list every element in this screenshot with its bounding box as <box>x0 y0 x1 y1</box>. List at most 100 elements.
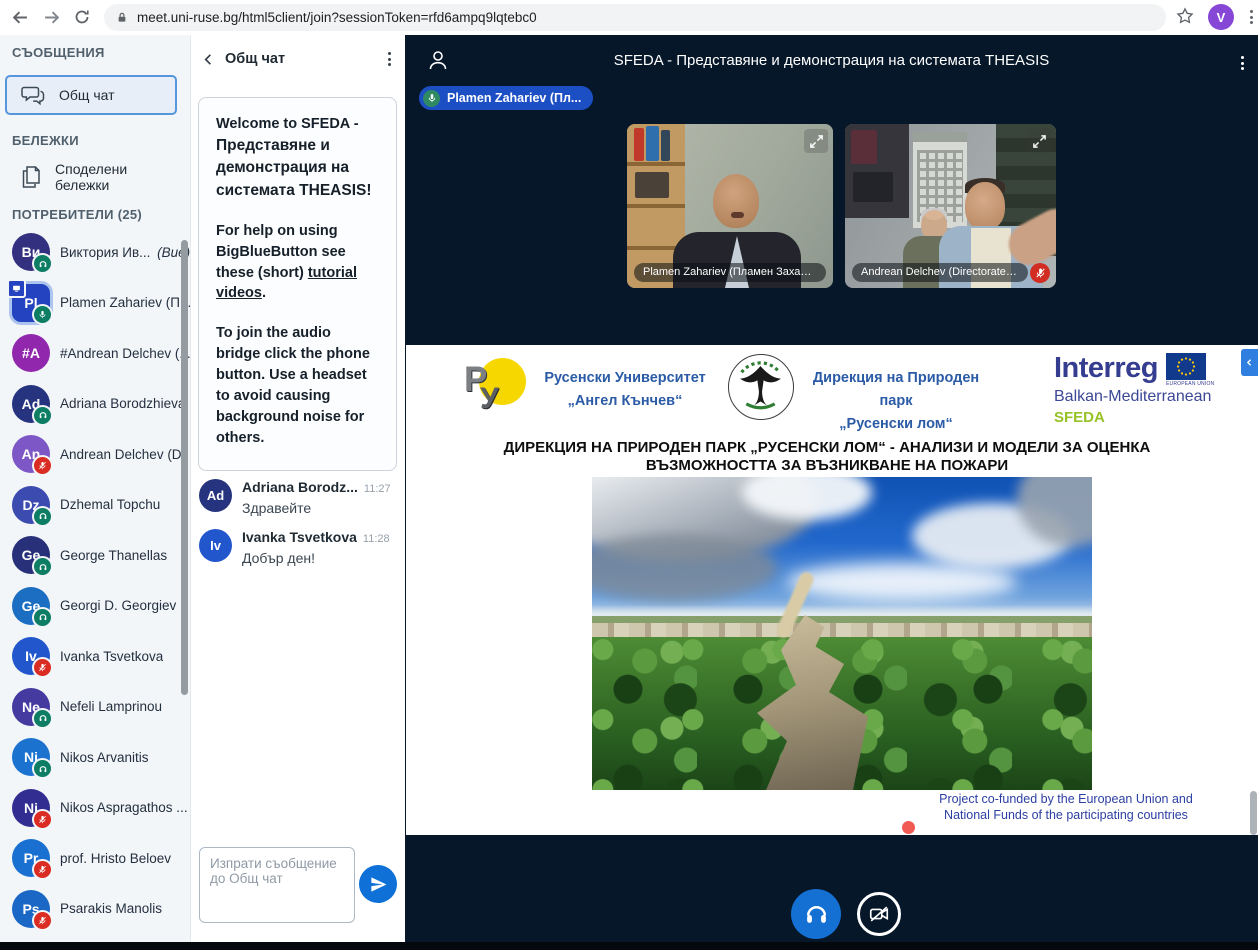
chat-panel: Общ чат Welcome to SFEDA - Представяне и… <box>190 35 405 942</box>
user-list-item[interactable]: Ad Adriana Borodzhieva <box>0 379 190 430</box>
ruse-university-logo: РУ <box>464 358 528 420</box>
bookmark-star-icon[interactable] <box>1175 6 1195 26</box>
user-name: Nikos Arvanitis <box>60 750 149 765</box>
eu-flag: EUROPEAN UNION <box>1166 353 1214 387</box>
sidebar-item-public-chat[interactable]: Общ чат <box>5 75 177 115</box>
user-list-item[interactable]: Iv Ivanka Tsvetkova <box>0 631 190 682</box>
university-name: Русенски Университет„Ангел Кънчев“ <box>534 367 716 413</box>
user-name: Nefeli Lamprinou <box>60 699 162 714</box>
message-input[interactable] <box>199 847 355 923</box>
talking-user-name: Plamen Zahariev (Пл... <box>447 91 581 105</box>
user-list-item[interactable]: An Andrean Delchev (D... <box>0 429 190 480</box>
user-list-item[interactable]: Pr prof. Hristo Beloev <box>0 833 190 884</box>
message-initials: Ad <box>207 488 224 503</box>
user-list-item[interactable]: Dz Dzhemal Topchu <box>0 480 190 531</box>
eu-flag-label: EUROPEAN UNION <box>1166 381 1214 387</box>
browser-chrome: meet.uni-ruse.bg/html5client/join?sessio… <box>0 0 1258 35</box>
notes-header: БЕЛЕЖКИ <box>12 133 79 148</box>
video-label: Andrean Delchev (Directorate of ... <box>852 263 1028 282</box>
person-silhouette <box>713 174 759 228</box>
listening-badge-icon <box>32 405 53 426</box>
user-name: prof. Hristo Beloev <box>60 851 171 866</box>
listening-badge-icon <box>32 556 53 577</box>
participants-icon[interactable] <box>426 48 450 72</box>
muted-badge-icon <box>32 455 53 476</box>
slide-title: ДИРЕКЦИЯ НА ПРИРОДЕН ПАРК „РУСЕНСКИ ЛОМ“… <box>406 439 1248 474</box>
user-name: Dzhemal Topchu <box>60 497 160 512</box>
url-text: meet.uni-ruse.bg/html5client/join?sessio… <box>137 10 537 25</box>
user-list-item[interactable]: Ge Georgi D. Georgiev <box>0 581 190 632</box>
user-avatar: #A <box>12 334 50 372</box>
user-avatar: Dz <box>12 486 50 524</box>
toolbar-collapse-tab[interactable] <box>1241 349 1258 376</box>
presentation-slide: РУ Русенски Университет„Ангел Кънчев“ Ди… <box>406 345 1258 835</box>
main-area: SFEDA - Представяне и демонстрация на си… <box>405 35 1258 942</box>
forward-icon[interactable] <box>39 5 63 29</box>
welcome-paragraph: This server is running BigBlueButton. <box>216 468 379 471</box>
messages-header: СЪОБЩЕНИЯ <box>12 45 105 60</box>
message-author: Adriana Borodz... <box>242 479 358 495</box>
chevron-left-icon[interactable] <box>201 52 216 67</box>
fullscreen-icon[interactable] <box>804 129 828 153</box>
chat-message: Ad Adriana Borodz...11:27 Здравейте <box>199 479 399 516</box>
user-list-item[interactable]: Ni Nikos Arvanitis <box>0 732 190 783</box>
browser-profile-avatar[interactable]: V <box>1208 4 1234 30</box>
slide-scrollbar[interactable] <box>1250 791 1257 835</box>
user-list-scrollbar[interactable] <box>181 240 188 695</box>
welcome-paragraph: To join the audio bridge click the phone… <box>216 323 379 448</box>
user-name: Andrean Delchev (D... <box>60 447 190 462</box>
url-bar[interactable]: meet.uni-ruse.bg/html5client/join?sessio… <box>104 4 1166 31</box>
message-text: Здравейте <box>242 500 391 516</box>
meeting-title: SFEDA - Представяне и демонстрация на си… <box>465 52 1198 69</box>
user-list-item[interactable]: Ni Nikos Aspragathos ... <box>0 783 190 834</box>
lock-icon <box>116 11 128 24</box>
interreg-wordmark: Interreg <box>1054 353 1158 383</box>
webcam-toggle-button[interactable] <box>857 892 901 936</box>
chat-options-icon[interactable] <box>384 48 395 70</box>
user-avatar: Ge <box>12 587 50 625</box>
user-list-item[interactable]: Ви Виктория Ив... (Вие) <box>0 227 190 278</box>
user-avatar: Ad <box>12 385 50 423</box>
browser-menu-icon[interactable] <box>1250 10 1253 24</box>
interreg-logo: Interreg EUROPEAN UNION <box>1054 353 1254 426</box>
user-list-item[interactable]: Ge George Thanellas <box>0 530 190 581</box>
camera-off-icon <box>868 903 890 925</box>
refresh-icon[interactable] <box>70 5 94 29</box>
message-author: Ivanka Tsvetkova <box>242 529 357 545</box>
user-list-item[interactable]: Pl Plamen Zahariev (П... <box>0 278 190 329</box>
muted-badge-icon <box>32 657 53 678</box>
user-avatar: Ne <box>12 688 50 726</box>
user-list-item[interactable]: Ne Nefeli Lamprinou <box>0 682 190 733</box>
send-message-button[interactable] <box>359 865 397 903</box>
user-avatar: An <box>12 435 50 473</box>
landscape-photo <box>592 477 1092 790</box>
mic-icon <box>423 90 440 107</box>
chat-header: Общ чат <box>201 45 395 73</box>
user-avatar: Pr <box>12 839 50 877</box>
welcome-title-bold: Представяне и демонстрация на системата … <box>216 137 372 199</box>
video-tile-andrean[interactable]: Andrean Delchev (Directorate of ... <box>845 124 1056 288</box>
fullscreen-icon[interactable] <box>1027 129 1051 153</box>
users-header: ПОТРЕБИТЕЛИ (25) <box>12 207 142 222</box>
user-avatar: Iv <box>12 637 50 675</box>
back-icon[interactable] <box>8 5 32 29</box>
audio-join-button[interactable] <box>791 889 841 939</box>
muted-badge-icon <box>32 809 53 830</box>
chat-messages: Ad Adriana Borodz...11:27 Здравейте Iv I… <box>199 479 399 579</box>
message-avatar: Iv <box>199 529 232 562</box>
nature-park-logo <box>728 354 794 420</box>
user-list-item[interactable]: #A #Andrean Delchev (... <box>0 328 190 379</box>
user-name: Georgi D. Georgiev <box>60 598 176 613</box>
user-name: Psarakis Manolis <box>60 901 162 916</box>
sidebar-item-shared-notes[interactable]: Споделени бележки <box>5 155 177 199</box>
video-tile-plamen[interactable]: Plamen Zahariev (Пламен Захариев) <box>627 124 833 288</box>
listening-badge-icon <box>32 253 53 274</box>
mic-on-badge-icon <box>32 304 53 325</box>
talking-indicator[interactable]: Plamen Zahariev (Пл... <box>419 86 593 110</box>
user-name: Виктория Ив... <box>60 245 150 260</box>
user-name: Nikos Aspragathos ... <box>60 800 188 815</box>
user-avatar: Ni <box>12 789 50 827</box>
main-options-icon[interactable] <box>1237 52 1248 74</box>
user-list-item[interactable]: Ps Psarakis Manolis <box>0 884 190 935</box>
chat-title: Общ чат <box>225 51 285 67</box>
